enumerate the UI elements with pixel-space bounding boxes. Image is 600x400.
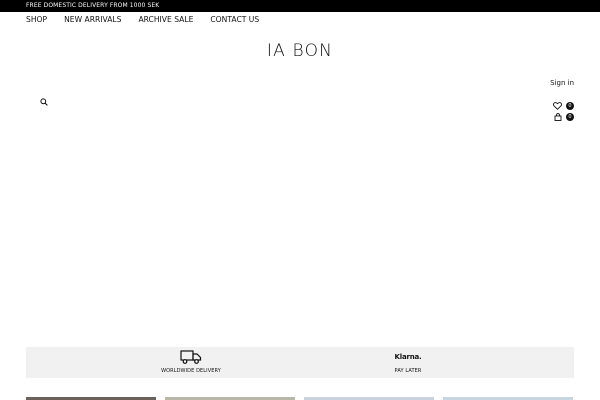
wishlist-count-badge: 0 xyxy=(566,102,574,110)
sign-in-link[interactable]: Sign in xyxy=(550,79,574,87)
nav-item-new-arrivals[interactable]: NEW ARRIVALS xyxy=(64,14,121,26)
cart-count-badge: 0 xyxy=(566,113,574,121)
shopping-bag-icon xyxy=(554,113,562,121)
wishlist-button[interactable]: 0 xyxy=(553,102,574,110)
features-bar: WORLDWIDE DELIVERY Klarna. PAY LATER xyxy=(26,347,574,378)
announcement-bar: FREE DOMESTIC DELIVERY FROM 1000 SEK xyxy=(0,0,600,12)
nav-item-shop[interactable]: SHOP xyxy=(26,14,47,26)
search-icon[interactable] xyxy=(40,91,48,106)
worldwide-delivery-label: WORLDWIDE DELIVERY xyxy=(161,368,221,374)
klarna-logo-icon: Klarna. xyxy=(394,353,422,361)
main-nav: SHOP NEW ARRIVALS ARCHIVE SALE CONTACT U… xyxy=(26,14,259,26)
feature-worldwide-delivery: WORLDWIDE DELIVERY xyxy=(141,347,241,378)
feature-pay-later: Klarna. PAY LATER xyxy=(358,347,458,378)
nav-item-archive-sale[interactable]: ARCHIVE SALE xyxy=(138,14,193,26)
pay-later-label: PAY LATER xyxy=(394,368,422,374)
brand-logo[interactable]: IA BON xyxy=(0,41,600,61)
cart-button[interactable]: 0 xyxy=(554,113,574,121)
truck-icon xyxy=(180,350,202,369)
nav-item-contact-us[interactable]: CONTACT US xyxy=(210,14,259,26)
announcement-text: FREE DOMESTIC DELIVERY FROM 1000 SEK xyxy=(26,2,160,9)
heart-icon xyxy=(553,102,562,110)
